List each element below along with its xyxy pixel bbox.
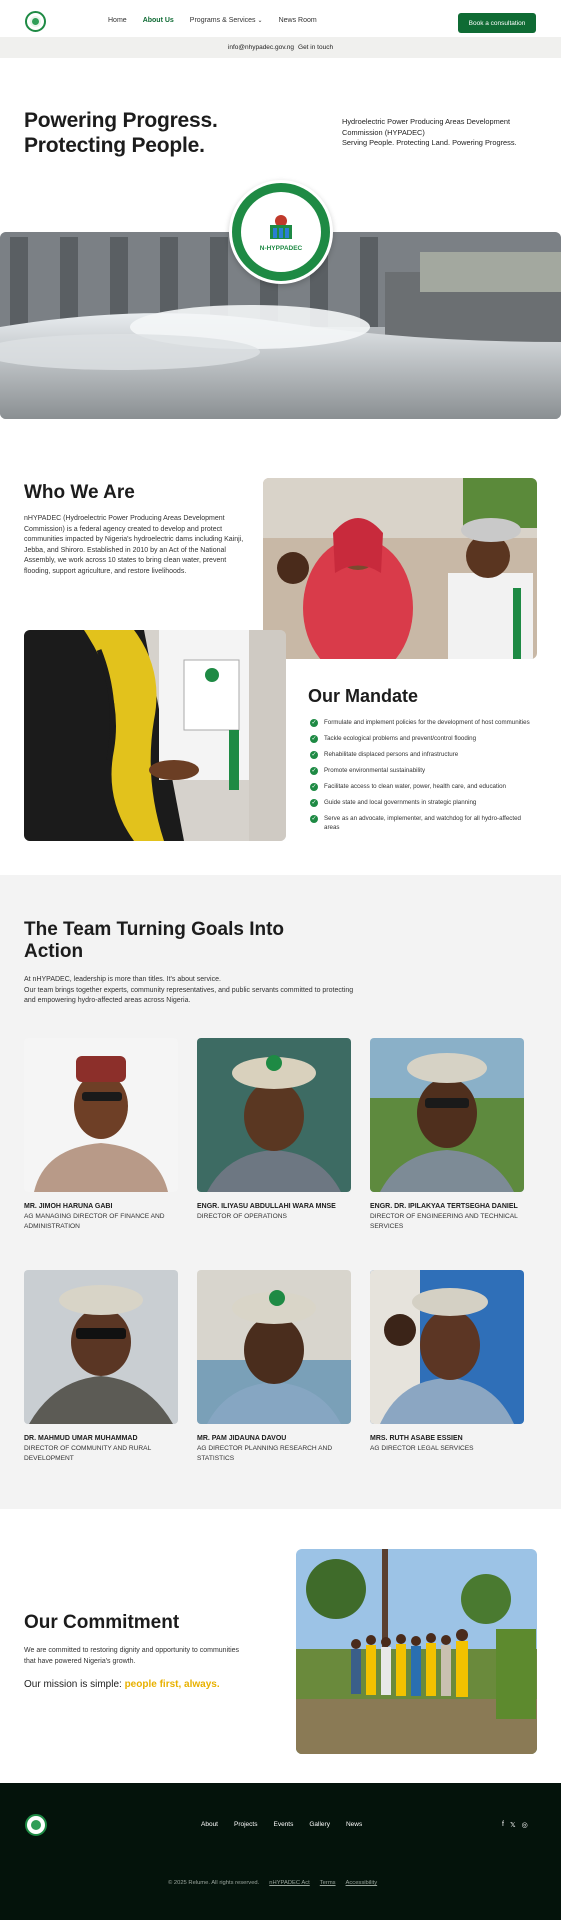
mandate-list: ✓ Formulate and implement policies for th…	[310, 719, 536, 840]
instagram-icon[interactable]: ◎	[522, 1821, 528, 1829]
footer-link-gallery[interactable]: Gallery	[309, 1821, 330, 1828]
footer-link-accessibility[interactable]: Accessibility	[346, 1880, 378, 1886]
check-icon: ✓	[310, 799, 318, 807]
footer-bottom: © 2025 Relume. All rights reserved. nHYP…	[168, 1880, 377, 1886]
team-member-photo	[24, 1270, 178, 1424]
team-member-card[interactable]: MR. JIMOH HARUNA GABI AG MANAGING DIRECT…	[24, 1038, 178, 1232]
book-consultation-button[interactable]: Book a consultation	[458, 13, 536, 33]
team-member-card[interactable]: DR. MAHMUD UMAR MUHAMMAD DIRECTOR OF COM…	[24, 1270, 178, 1464]
mandate-item: ✓ Serve as an advocate, implementer, and …	[310, 815, 521, 831]
main-nav: Home About Us Programs & Services ⌄ News …	[108, 17, 333, 24]
hero-title: Powering Progress. Protecting People.	[24, 109, 218, 157]
check-icon: ✓	[310, 719, 318, 727]
footer-link-about[interactable]: About	[201, 1821, 218, 1828]
social-links: f 𝕏 ◎	[502, 1821, 528, 1829]
nav-about-us[interactable]: About Us	[143, 17, 174, 24]
check-icon: ✓	[310, 783, 318, 791]
footer-link-projects[interactable]: Projects	[234, 1821, 257, 1828]
footer-link-news[interactable]: News	[346, 1821, 362, 1828]
copyright: © 2025 Relume. All rights reserved.	[168, 1880, 260, 1886]
check-icon: ✓	[310, 767, 318, 775]
nhypadec-emblem: N-HYPPADEC	[229, 180, 333, 284]
mandate-item: ✓ Facilitate access to clean water, power…	[310, 783, 506, 791]
team-member-card[interactable]: MRS. RUTH ASABE ESSIEN AG DIRECTOR LEGAL…	[370, 1270, 524, 1454]
mandate-item: ✓ Guide state and local governments in st…	[310, 799, 477, 807]
team-member-card[interactable]: MR. PAM JIDAUNA DAVOU AG DIRECTOR PLANNI…	[197, 1270, 351, 1464]
team-member-photo	[24, 1038, 178, 1192]
who-we-are-title: Who We Are	[24, 482, 135, 503]
chevron-down-icon: ⌄	[257, 18, 263, 24]
team-member-photo	[197, 1038, 351, 1192]
team-member-photo	[370, 1270, 524, 1424]
community-group-photo	[296, 1549, 537, 1754]
footer-link-events[interactable]: Events	[273, 1821, 293, 1828]
commitment-title: Our Commitment	[24, 1612, 180, 1633]
mandate-item: ✓ Promote environmental sustainability	[310, 767, 426, 775]
team-member-photo	[370, 1038, 524, 1192]
x-icon[interactable]: 𝕏	[510, 1821, 516, 1829]
check-icon: ✓	[310, 815, 318, 823]
footer-logo[interactable]	[25, 1814, 47, 1836]
site-header: Home About Us Programs & Services ⌄ News …	[0, 0, 561, 37]
footer-link-act[interactable]: nHYPADEC Act	[269, 1880, 309, 1886]
check-icon: ✓	[310, 735, 318, 743]
who-we-are-text: nHYPADEC (Hydroelectric Power Producing …	[24, 515, 244, 575]
commitment-text: We are committed to restoring dignity an…	[24, 1647, 240, 1665]
nhypadec-logo[interactable]	[25, 11, 46, 32]
nav-home[interactable]: Home	[108, 17, 127, 24]
team-member-photo	[197, 1270, 351, 1424]
footer-nav: About Projects Events Gallery News	[201, 1821, 378, 1828]
mandate-item: ✓ Formulate and implement policies for th…	[310, 719, 530, 727]
mission-statement: Our mission is simple: people first, alw…	[24, 1679, 220, 1690]
team-member-card[interactable]: ENGR. DR. IPILAKYAA TERTSEGHA DANIEL DIR…	[370, 1038, 524, 1232]
nav-news-room[interactable]: News Room	[279, 17, 317, 24]
mandate-item: ✓ Tackle ecological problems and prevent/…	[310, 735, 477, 743]
team-member-card[interactable]: ENGR. ILIYASU ABDULLAHI WARA MNSE DIRECT…	[197, 1038, 351, 1222]
mandate-item: ✓ Rehabilitate displaced persons and infr…	[310, 751, 459, 759]
site-footer	[0, 1783, 561, 1920]
contact-email[interactable]: info@nhypadec.gov.ng	[228, 44, 294, 51]
check-icon: ✓	[310, 751, 318, 759]
handshake-ceremony-photo	[24, 630, 286, 841]
contact-bar: info@nhypadec.gov.ng Get in touch	[0, 37, 561, 58]
team-title: The Team Turning Goals Into Action	[24, 919, 285, 962]
community-event-photo	[263, 478, 537, 659]
mandate-title: Our Mandate	[308, 686, 419, 706]
nav-programs-services[interactable]: Programs & Services ⌄	[190, 17, 263, 24]
footer-link-terms[interactable]: Terms	[320, 1880, 336, 1886]
team-subtitle: At nHYPADEC, leadership is more than tit…	[24, 976, 354, 1004]
hero-description: Hydroelectric Power Producing Areas Deve…	[342, 117, 542, 149]
coat-of-arms-icon	[270, 214, 292, 239]
hero-tagline: Serving People. Protecting Land. Powerin…	[342, 138, 517, 147]
facebook-icon[interactable]: f	[502, 1821, 504, 1829]
get-in-touch-link[interactable]: Get in touch	[298, 44, 333, 51]
